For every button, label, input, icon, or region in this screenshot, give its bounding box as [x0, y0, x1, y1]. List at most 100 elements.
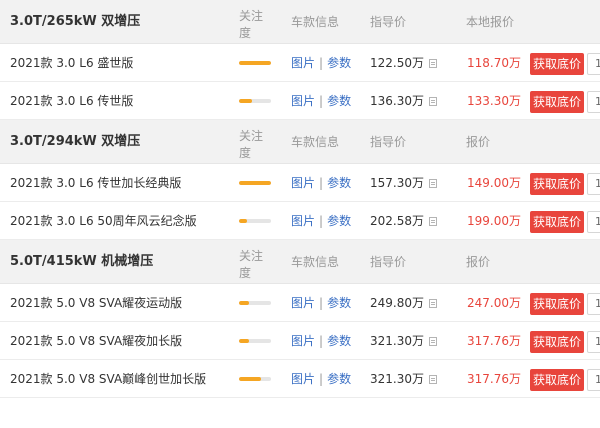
column-header-specs: 车款信息 [291, 135, 340, 149]
get-lowest-price-button[interactable]: 获取底价 [530, 331, 584, 353]
model-links: 图片 | 参数 [291, 202, 351, 240]
model-name: 2021款 3.0 L6 50周年风云纪念版 [10, 214, 197, 228]
specs-link[interactable]: 参数 [327, 176, 351, 190]
model-links: 图片 | 参数 [291, 82, 351, 120]
guide-price-value: 249.80万 [370, 296, 424, 310]
guide-price: 202.58万 [370, 202, 437, 240]
column-header-specs: 车款信息 [291, 255, 340, 269]
photos-link[interactable]: 图片 [291, 176, 315, 190]
get-lowest-price-button[interactable]: 获取底价 [530, 53, 584, 75]
photos-link[interactable]: 图片 [291, 94, 315, 108]
compare-button[interactable]: 1 [587, 91, 600, 113]
photos-link[interactable]: 图片 [291, 56, 315, 70]
compare-button[interactable]: 1 [587, 331, 600, 353]
get-lowest-price-button[interactable]: 获取底价 [530, 91, 584, 113]
model-links: 图片 | 参数 [291, 164, 351, 202]
link-separator: | [319, 214, 324, 228]
guide-price-value: 321.30万 [370, 372, 424, 386]
attention-bar-fill [239, 377, 262, 381]
column-header-local-price: 报价 [466, 255, 491, 269]
calculator-icon[interactable] [429, 59, 437, 68]
column-header-attention: 关注度 [239, 129, 264, 160]
attention-bar [239, 61, 271, 65]
column-header-guide-price: 指导价 [370, 15, 407, 29]
model-name: 2021款 5.0 V8 SVA巅峰创世加长版 [10, 372, 207, 386]
photos-link[interactable]: 图片 [291, 296, 315, 310]
specs-link[interactable]: 参数 [327, 214, 351, 228]
calculator-icon[interactable] [429, 217, 437, 226]
attention-bar-fill [239, 219, 247, 223]
attention-bar [239, 301, 271, 305]
attention-bar [239, 377, 271, 381]
link-separator: | [319, 334, 324, 348]
car-price-table: 3.0T/265kW 双增压 关注度 车款信息 指导价 本地报价 2021款 3… [0, 0, 600, 428]
local-price: 199.00万 [467, 214, 521, 228]
table-row: 2021款 3.0 L6 50周年风云纪念版 图片 | 参数 202.58万 199… [0, 202, 600, 240]
model-links: 图片 | 参数 [291, 44, 351, 82]
calculator-icon[interactable] [429, 337, 437, 346]
specs-link[interactable]: 参数 [327, 56, 351, 70]
get-lowest-price-button[interactable]: 获取底价 [530, 369, 584, 391]
guide-price: 321.30万 [370, 322, 437, 360]
model-links: 图片 | 参数 [291, 360, 351, 398]
model-links: 图片 | 参数 [291, 284, 351, 322]
column-header-specs: 车款信息 [291, 15, 340, 29]
guide-price: 321.30万 [370, 360, 437, 398]
attention-bar-fill [239, 301, 249, 305]
specs-link[interactable]: 参数 [327, 372, 351, 386]
local-price: 133.30万 [467, 94, 521, 108]
calculator-icon[interactable] [429, 299, 437, 308]
table-row: 2021款 3.0 L6 盛世版 图片 | 参数 122.50万 118.70万 获… [0, 44, 600, 82]
model-name: 2021款 5.0 V8 SVA耀夜加长版 [10, 334, 183, 348]
column-header-local-price: 报价 [466, 135, 491, 149]
column-header-attention: 关注度 [239, 249, 264, 280]
model-name: 2021款 3.0 L6 传世加长经典版 [10, 176, 182, 190]
local-price: 317.76万 [467, 334, 521, 348]
column-header-guide-price: 指导价 [370, 255, 407, 269]
photos-link[interactable]: 图片 [291, 372, 315, 386]
engine-group-header: 3.0T/265kW 双增压 关注度 车款信息 指导价 本地报价 [0, 0, 600, 44]
attention-bar [239, 339, 271, 343]
compare-button[interactable]: 1 [587, 211, 600, 233]
calculator-icon[interactable] [429, 97, 437, 106]
guide-price-value: 122.50万 [370, 56, 424, 70]
specs-link[interactable]: 参数 [327, 94, 351, 108]
table-row: 2021款 5.0 V8 SVA巅峰创世加长版 图片 | 参数 321.30万 31… [0, 360, 600, 398]
guide-price-value: 321.30万 [370, 334, 424, 348]
engine-group-title: 5.0T/415kW 机械增压 [10, 254, 154, 269]
engine-group-title: 3.0T/265kW 双增压 [10, 14, 141, 29]
compare-button[interactable]: 1 [587, 53, 600, 75]
model-name: 2021款 3.0 L6 盛世版 [10, 56, 134, 70]
compare-button[interactable]: 1 [587, 369, 600, 391]
column-header-guide-price: 指导价 [370, 135, 407, 149]
model-links: 图片 | 参数 [291, 322, 351, 360]
table-row: 2021款 3.0 L6 传世加长经典版 图片 | 参数 157.30万 149.0… [0, 164, 600, 202]
attention-bar-fill [239, 181, 271, 185]
calculator-icon[interactable] [429, 179, 437, 188]
guide-price: 157.30万 [370, 164, 437, 202]
get-lowest-price-button[interactable]: 获取底价 [530, 211, 584, 233]
table-row: 2021款 3.0 L6 传世版 图片 | 参数 136.30万 133.30万 获… [0, 82, 600, 120]
link-separator: | [319, 56, 324, 70]
model-name: 2021款 5.0 V8 SVA耀夜运动版 [10, 296, 183, 310]
get-lowest-price-button[interactable]: 获取底价 [530, 293, 584, 315]
photos-link[interactable]: 图片 [291, 214, 315, 228]
link-separator: | [319, 94, 324, 108]
attention-bar-fill [239, 99, 252, 103]
engine-group-header: 5.0T/415kW 机械增压 关注度 车款信息 指导价 报价 [0, 240, 600, 284]
engine-group-title: 3.0T/294kW 双增压 [10, 134, 141, 149]
guide-price: 249.80万 [370, 284, 437, 322]
link-separator: | [319, 296, 324, 310]
compare-button[interactable]: 1 [587, 293, 600, 315]
calculator-icon[interactable] [429, 375, 437, 384]
specs-link[interactable]: 参数 [327, 296, 351, 310]
get-lowest-price-button[interactable]: 获取底价 [530, 173, 584, 195]
guide-price-value: 136.30万 [370, 94, 424, 108]
photos-link[interactable]: 图片 [291, 334, 315, 348]
attention-bar [239, 181, 271, 185]
attention-bar [239, 219, 271, 223]
specs-link[interactable]: 参数 [327, 334, 351, 348]
compare-button[interactable]: 1 [587, 173, 600, 195]
guide-price: 122.50万 [370, 44, 437, 82]
attention-bar-fill [239, 61, 271, 65]
